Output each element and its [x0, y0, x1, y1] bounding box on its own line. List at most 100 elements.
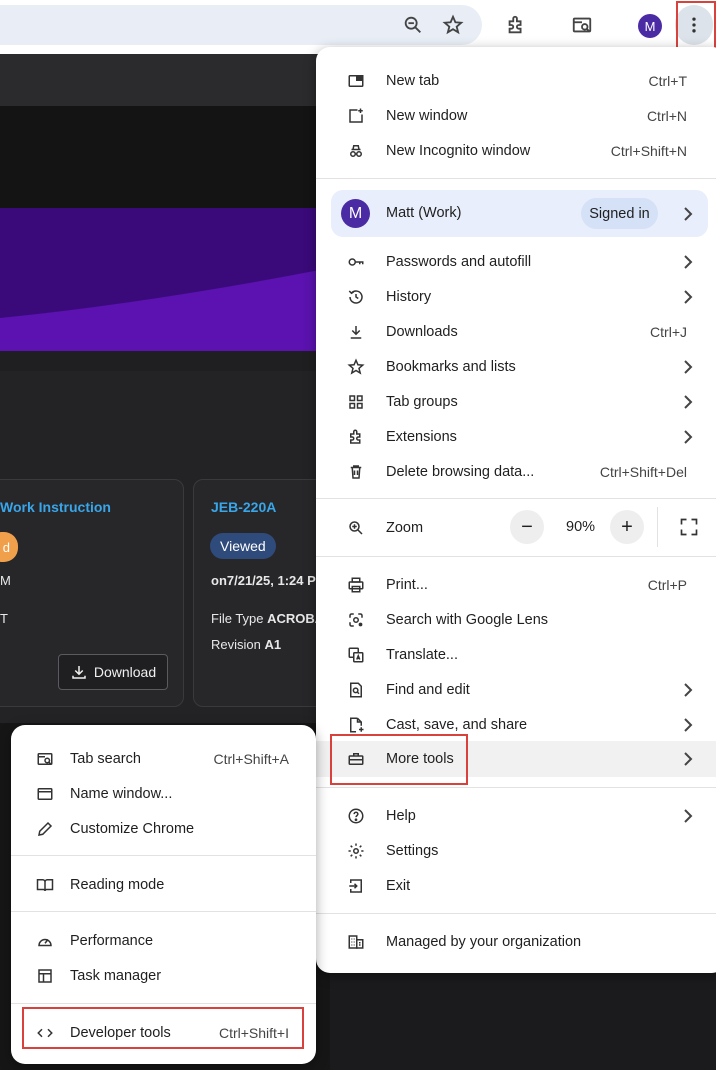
menu-item-extensions[interactable]: Extensions	[316, 419, 716, 454]
new-tab-icon	[346, 71, 366, 91]
chevron-right-icon	[684, 752, 693, 766]
avatar[interactable]: M	[638, 14, 662, 38]
menu-item-tab-groups[interactable]: Tab groups	[316, 384, 716, 419]
pencil-icon	[35, 819, 55, 839]
submenu-item-task-manager[interactable]: Task manager	[11, 958, 316, 993]
menu-item-google-lens[interactable]: Search with Google Lens	[316, 602, 716, 637]
find-icon	[346, 680, 366, 700]
status-badge: Viewed	[210, 533, 276, 559]
card-text: T	[0, 611, 8, 626]
menu-item-exit[interactable]: Exit	[316, 868, 716, 903]
revision: Revision A1	[211, 637, 282, 652]
submenu-item-name-window[interactable]: Name window...	[11, 776, 316, 811]
card-text: on7/21/25, 1:24 P	[211, 573, 316, 588]
avatar: M	[341, 199, 370, 228]
book-icon	[35, 875, 55, 895]
card-text: M	[0, 573, 11, 588]
download-label: Download	[93, 664, 157, 680]
zoom-out-button[interactable]: −	[510, 510, 544, 544]
building-icon	[346, 932, 366, 952]
menu-item-help[interactable]: Help	[316, 798, 716, 833]
menu-item-settings[interactable]: Settings	[316, 833, 716, 868]
cast-save-icon	[346, 715, 366, 735]
download-icon	[72, 666, 86, 679]
menu-item-managed[interactable]: Managed by your organization	[316, 924, 716, 959]
extensions-icon	[346, 427, 366, 447]
more-tools-submenu: Tab search Ctrl+Shift+A Name window... Cu…	[11, 725, 316, 1064]
zoom-level: 90%	[566, 519, 596, 535]
submenu-item-developer-tools[interactable]: Developer tools Ctrl+Shift+I	[11, 1015, 316, 1050]
chevron-right-icon	[684, 359, 693, 374]
menu-item-incognito[interactable]: New Incognito window Ctrl+Shift+N	[316, 133, 716, 168]
submenu-item-customize-chrome[interactable]: Customize Chrome	[11, 811, 316, 846]
submenu-item-tab-search[interactable]: Tab search Ctrl+Shift+A	[11, 741, 316, 776]
zoom-icon[interactable]	[395, 7, 431, 43]
menu-item-new-tab[interactable]: New tab Ctrl+T	[316, 63, 716, 98]
menu-item-more-tools[interactable]: More tools	[316, 741, 716, 777]
menu-separator	[316, 556, 716, 557]
zoom-icon	[346, 518, 366, 538]
kebab-menu-icon[interactable]	[675, 5, 713, 45]
fullscreen-icon[interactable]	[675, 513, 703, 541]
zoom-divider	[657, 507, 658, 547]
menu-item-print[interactable]: Print... Ctrl+P	[316, 567, 716, 602]
code-icon	[35, 1023, 55, 1043]
tab-search-icon	[35, 749, 55, 769]
menu-separator	[316, 787, 716, 788]
menu-item-delete-browsing-data[interactable]: Delete browsing data... Ctrl+Shift+Del	[316, 454, 716, 489]
menu-item-passwords[interactable]: Passwords and autofill	[316, 244, 716, 279]
chevron-right-icon	[684, 717, 693, 732]
menu-separator	[11, 855, 316, 856]
zoom-in-button[interactable]: +	[610, 510, 644, 544]
tab-search-icon[interactable]	[564, 7, 600, 43]
menu-separator	[11, 911, 316, 912]
new-window-icon	[346, 106, 366, 126]
download-icon	[346, 322, 366, 342]
menu-item-translate[interactable]: Translate...	[316, 637, 716, 672]
incognito-icon	[346, 141, 366, 161]
page-dark-section	[0, 106, 330, 208]
card-title[interactable]: JEB-220A	[211, 499, 276, 515]
chevron-right-icon	[684, 429, 693, 444]
browser-toolbar: M	[0, 0, 716, 54]
profile-name: Matt (Work)	[386, 205, 462, 221]
extensions-icon[interactable]	[498, 7, 534, 43]
page-divider	[0, 351, 330, 371]
chevron-right-icon	[684, 289, 693, 304]
download-button[interactable]: Download	[58, 654, 168, 690]
profile-row[interactable]: M Matt (Work) Signed in	[331, 190, 708, 237]
gauge-icon	[35, 931, 55, 951]
menu-separator	[316, 178, 716, 179]
card-title[interactable]: Work Instruction	[0, 499, 111, 515]
chevron-right-icon	[684, 394, 693, 409]
trash-icon	[346, 462, 366, 482]
key-icon	[346, 252, 366, 272]
menu-item-history[interactable]: History	[316, 279, 716, 314]
menu-separator	[316, 913, 716, 914]
menu-item-bookmarks[interactable]: Bookmarks and lists	[316, 349, 716, 384]
lens-icon	[346, 610, 366, 630]
bookmark-star-icon[interactable]	[435, 7, 471, 43]
page-header-bar	[0, 54, 330, 106]
print-icon	[346, 575, 366, 595]
menu-item-downloads[interactable]: Downloads Ctrl+J	[316, 314, 716, 349]
task-manager-icon	[35, 966, 55, 986]
menu-item-new-window[interactable]: New window Ctrl+N	[316, 98, 716, 133]
submenu-item-reading-mode[interactable]: Reading mode	[11, 867, 316, 902]
gear-icon	[346, 841, 366, 861]
menu-separator	[11, 1003, 316, 1004]
history-icon	[346, 287, 366, 307]
signed-in-badge: Signed in	[581, 198, 658, 229]
menu-item-cast-save-share[interactable]: Cast, save, and share	[316, 707, 716, 742]
menu-item-find-and-edit[interactable]: Find and edit	[316, 672, 716, 707]
exit-icon	[346, 876, 366, 896]
chevron-right-icon	[684, 207, 693, 221]
page-banner	[0, 208, 330, 351]
toolbox-icon	[346, 749, 366, 769]
submenu-item-performance[interactable]: Performance	[11, 923, 316, 958]
star-icon	[346, 357, 366, 377]
chevron-right-icon	[684, 682, 693, 697]
translate-icon	[346, 645, 366, 665]
window-icon	[35, 784, 55, 804]
menu-separator	[316, 498, 716, 499]
